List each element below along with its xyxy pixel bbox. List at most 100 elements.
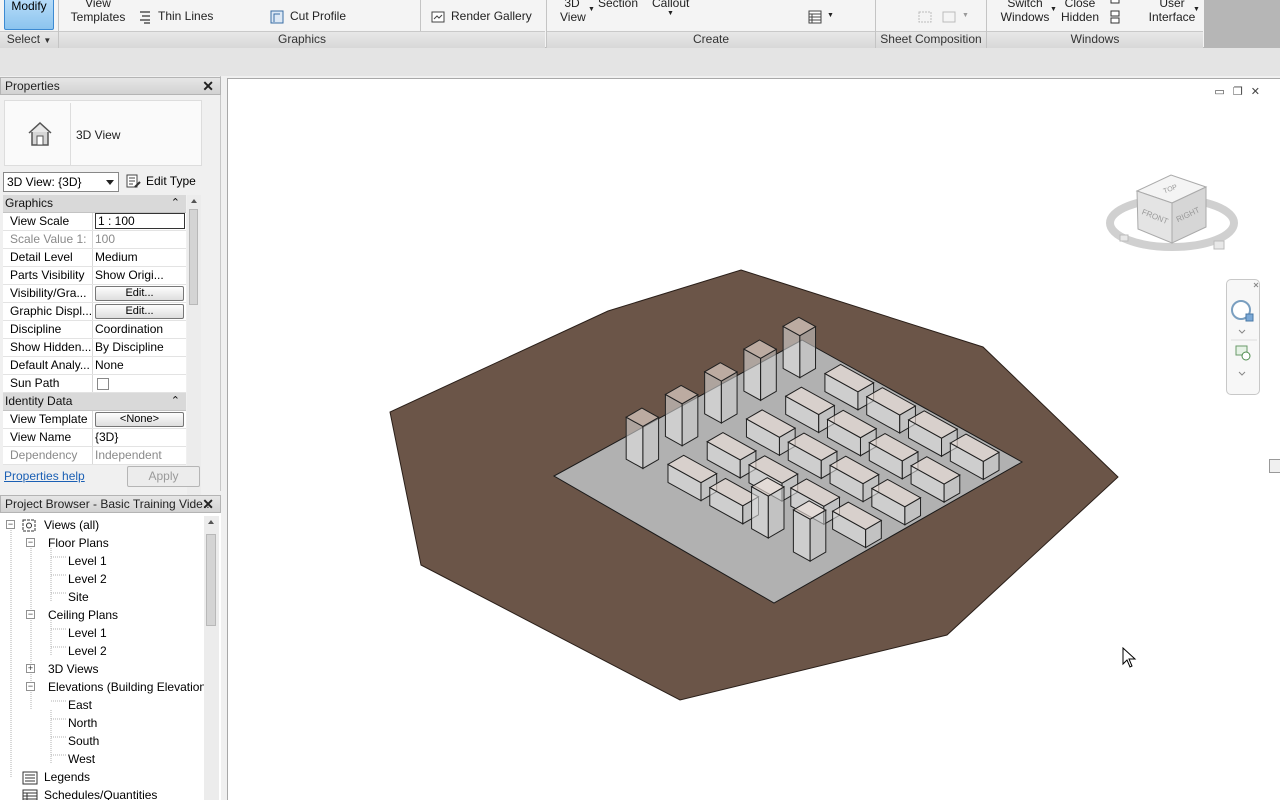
property-value[interactable]: Coordination <box>93 321 186 338</box>
matchline-icon[interactable] <box>942 10 956 24</box>
drawing-area-3d-view[interactable]: ▭ ❐ ✕ TOP FRONT RIGHT <box>227 78 1280 800</box>
render-gallery-button[interactable]: Render Gallery <box>431 9 532 23</box>
chevron-down-icon[interactable] <box>1238 329 1246 334</box>
project-browser-title: Project Browser - Basic Training Vide... <box>5 497 213 511</box>
view-selector-dropdown[interactable]: 3D View: {3D} <box>3 172 119 192</box>
user-interface-dropdown-icon[interactable]: ▼ <box>1193 6 1200 13</box>
property-row[interactable]: Visibility/Gra... Edit... <box>3 285 186 303</box>
property-row[interactable]: Parts Visibility Show Origi... <box>3 267 186 285</box>
property-row[interactable]: Detail Level Medium <box>3 249 186 267</box>
scrollbar-thumb[interactable] <box>206 534 216 626</box>
properties-help-link[interactable]: Properties help <box>4 469 85 483</box>
mass-block[interactable] <box>625 407 660 470</box>
tree-item-site[interactable]: Site <box>68 588 89 606</box>
sun-path-checkbox[interactable] <box>97 378 109 390</box>
property-row[interactable]: View Template <None> <box>3 411 186 429</box>
property-value[interactable]: Show Origi... <box>93 267 186 284</box>
scrollbar-thumb[interactable] <box>189 209 198 305</box>
cut-profile-button[interactable]: Cut Profile <box>270 9 346 24</box>
view-template-button[interactable]: <None> <box>95 412 184 427</box>
sheet-dropdown-icon[interactable]: ▼ <box>962 12 969 19</box>
property-row[interactable]: Default Analy... None <box>3 357 186 375</box>
close-icon[interactable]: ✕ <box>202 496 214 512</box>
select-panel-label[interactable]: Select ▼ <box>0 31 58 48</box>
ribbon-divider <box>58 0 59 48</box>
collapse-icon[interactable]: − <box>26 610 35 619</box>
tree-item-level-2[interactable]: Level 2 <box>68 570 107 588</box>
mass-block[interactable] <box>782 316 817 379</box>
tree-item-floor-plans[interactable]: Floor Plans <box>48 534 109 552</box>
tree-item-ceiling-plans[interactable]: Ceiling Plans <box>48 606 118 624</box>
modify-button[interactable]: Modify <box>4 0 54 30</box>
tree-item-west[interactable]: West <box>68 750 95 768</box>
tree-item-east[interactable]: East <box>68 696 92 714</box>
visibility-edit-button[interactable]: Edit... <box>95 286 184 301</box>
property-key: Detail Level <box>3 249 93 266</box>
callout-dropdown-icon[interactable]: ▼ <box>667 10 674 17</box>
tree-item-level-2[interactable]: Level 2 <box>68 642 107 660</box>
property-row[interactable]: Sun Path <box>3 375 186 393</box>
type-selector[interactable]: 3D View <box>4 100 202 166</box>
edit-type-button[interactable]: Edit Type <box>126 172 196 192</box>
callout-button[interactable]: Callout <box>652 0 689 10</box>
collapse-icon[interactable]: − <box>26 538 35 547</box>
mass-block[interactable] <box>664 384 699 447</box>
property-value[interactable]: None <box>93 357 186 374</box>
mass-block[interactable] <box>750 477 786 539</box>
schedules-icon[interactable] <box>808 10 822 24</box>
close-hidden-button[interactable]: Close Hidden <box>1060 0 1100 24</box>
viewport-scroll-thumb[interactable] <box>1269 459 1280 473</box>
browser-tree: − Views (all) − Floor Plans Level 1 Leve… <box>0 516 204 800</box>
viewcube[interactable]: TOP FRONT RIGHT <box>1104 157 1240 269</box>
property-row[interactable]: Show Hidden... By Discipline <box>3 339 186 357</box>
category-label: Identity Data <box>5 394 73 408</box>
property-value[interactable]: Medium <box>93 249 186 266</box>
category-identity-data[interactable]: Identity Data ⌃ <box>3 393 186 411</box>
view-scale-input[interactable] <box>95 213 185 229</box>
cascade-icon[interactable] <box>1108 10 1122 24</box>
expand-icon[interactable]: + <box>26 664 35 673</box>
switch-windows-dropdown-icon[interactable]: ▼ <box>1050 6 1057 13</box>
collapse-icon[interactable]: − <box>6 520 15 529</box>
view-templates-button[interactable]: View Templates <box>70 0 126 24</box>
category-graphics[interactable]: Graphics ⌃ <box>3 195 186 213</box>
property-row[interactable]: Discipline Coordination <box>3 321 186 339</box>
thin-lines-button[interactable]: Thin Lines <box>138 9 213 24</box>
scroll-up-icon[interactable] <box>208 520 214 524</box>
viewcube-home-icon[interactable] <box>1119 234 1129 242</box>
property-key: View Name <box>3 429 93 446</box>
browser-scrollbar[interactable] <box>204 516 219 800</box>
property-value[interactable]: By Discipline <box>93 339 186 356</box>
tree-item-north[interactable]: North <box>68 714 97 732</box>
property-value[interactable]: {3D} <box>93 429 186 446</box>
switch-windows-button[interactable]: Switch Windows <box>1000 0 1050 24</box>
mass-block[interactable] <box>703 362 739 424</box>
tree-item-views-all[interactable]: Views (all) <box>44 516 99 534</box>
property-row[interactable]: View Name {3D} <box>3 429 186 447</box>
tree-item-level-1[interactable]: Level 1 <box>68 552 107 570</box>
apply-button[interactable]: Apply <box>127 466 200 487</box>
section-button[interactable]: Section <box>598 0 638 10</box>
mass-block[interactable] <box>792 500 827 563</box>
nav-bar-close-icon[interactable] <box>1253 282 1259 288</box>
tree-item-level-1[interactable]: Level 1 <box>68 624 107 642</box>
schedules-dropdown-icon[interactable]: ▼ <box>827 12 834 19</box>
tree-item-elevations[interactable]: Elevations (Building Elevation <box>48 678 204 696</box>
3d-view-dropdown-icon[interactable]: ▼ <box>588 6 595 13</box>
tree-item-legends[interactable]: Legends <box>44 768 90 786</box>
property-row[interactable]: Graphic Displ... Edit... <box>3 303 186 321</box>
3d-view-button[interactable]: 3D View <box>560 0 586 24</box>
mass-block[interactable] <box>742 339 778 402</box>
viewcube-orbit-icon[interactable] <box>1213 240 1225 250</box>
scroll-up-icon[interactable] <box>191 199 197 203</box>
title-block-icon[interactable] <box>918 10 932 24</box>
tree-item-south[interactable]: South <box>68 732 99 750</box>
tree-item-3d-views[interactable]: 3D Views <box>48 660 98 678</box>
property-row[interactable]: View Scale <box>3 213 186 231</box>
graphic-display-edit-button[interactable]: Edit... <box>95 304 184 319</box>
property-value[interactable] <box>93 213 186 230</box>
collapse-icon[interactable]: − <box>26 682 35 691</box>
chevron-down-icon[interactable] <box>1238 371 1246 376</box>
close-icon[interactable]: ✕ <box>202 78 214 94</box>
tree-item-schedules[interactable]: Schedules/Quantities <box>44 786 157 800</box>
